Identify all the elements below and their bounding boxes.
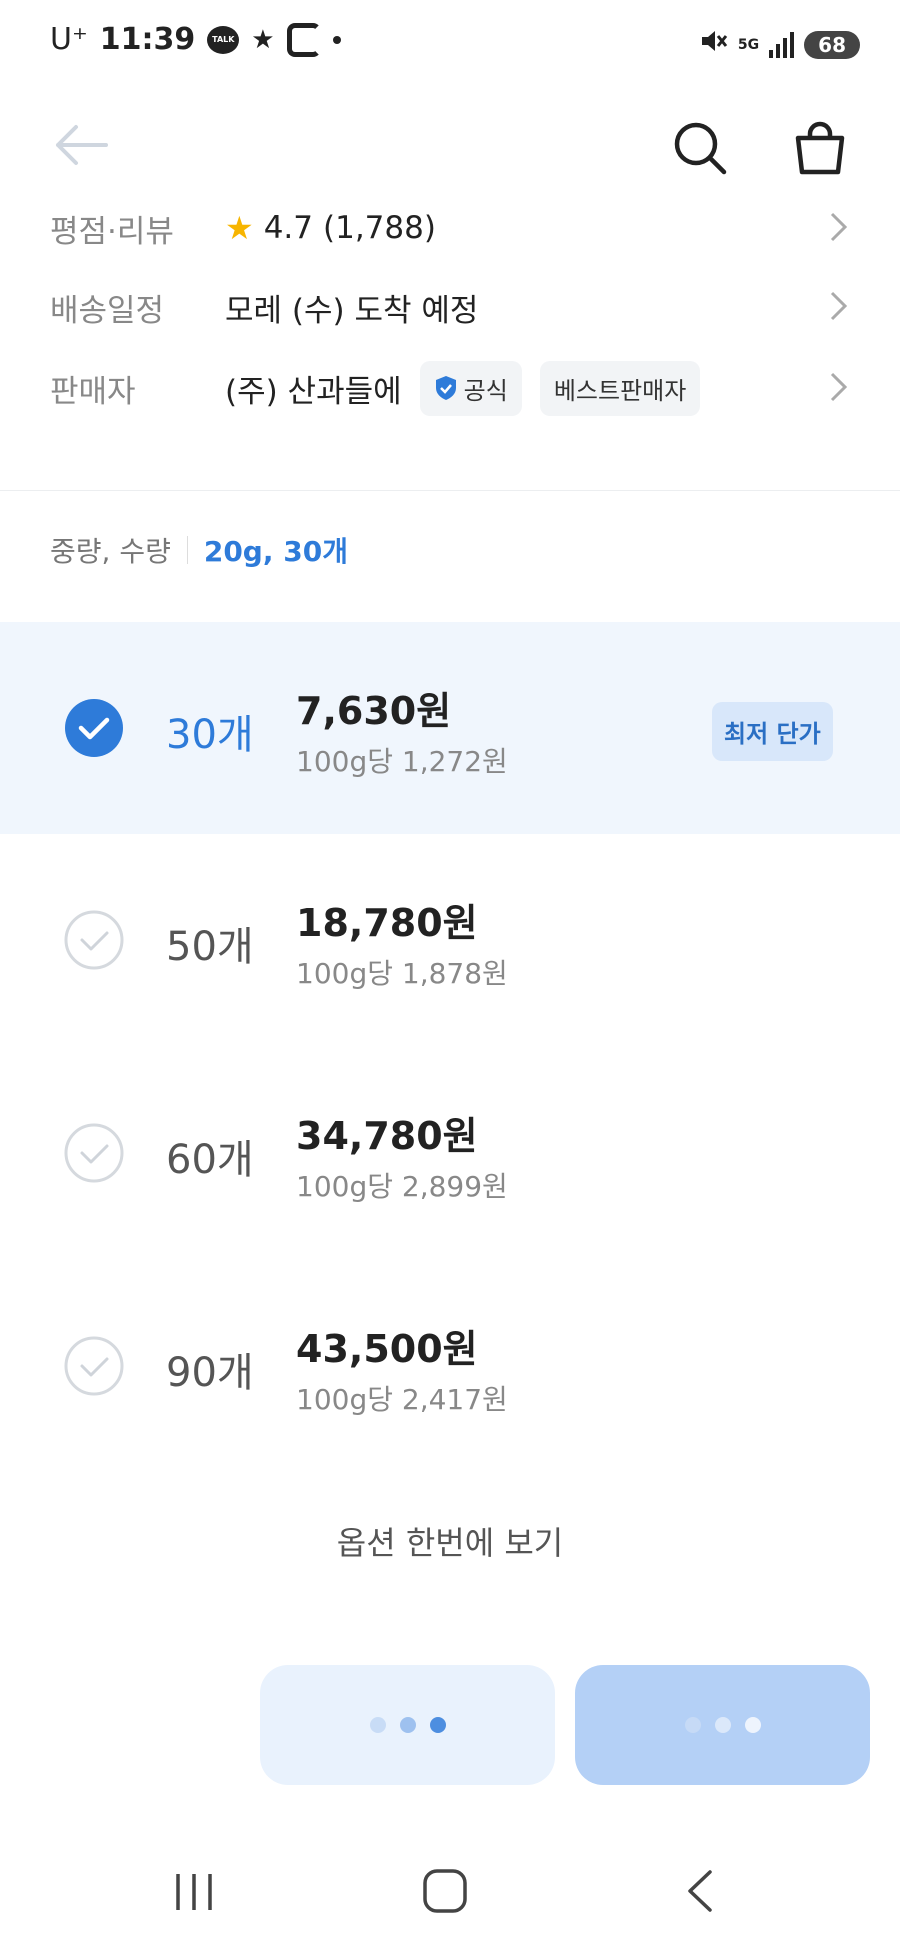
shopping-bag-icon[interactable] bbox=[790, 118, 850, 178]
official-badge-label: 공식 bbox=[463, 376, 508, 405]
option-row[interactable]: 50개 18,780원 100g당 1,878원 bbox=[0, 834, 900, 1046]
filter-label: 중량, 수량 bbox=[50, 535, 171, 568]
carrier-label: U⁺ bbox=[50, 22, 88, 57]
rating-row[interactable]: 평점·리뷰 ★ 4.7 (1,788) bbox=[50, 198, 850, 258]
filter-separator bbox=[186, 536, 188, 564]
checked-circle-icon[interactable] bbox=[64, 698, 124, 758]
loading-dot bbox=[714, 1717, 731, 1733]
buy-button-loading[interactable] bbox=[575, 1665, 870, 1785]
option-unit-price: 100g당 2,899원 bbox=[296, 1170, 508, 1203]
unchecked-circle-icon[interactable] bbox=[64, 1123, 124, 1183]
delivery-value: 모레 (수) 도착 예정 bbox=[225, 292, 479, 329]
option-price: 18,780원 bbox=[296, 901, 478, 945]
recent-apps-icon[interactable] bbox=[172, 1870, 216, 1914]
loading-dot bbox=[369, 1717, 386, 1733]
option-price: 43,500원 bbox=[296, 1327, 478, 1371]
loading-dot bbox=[399, 1717, 416, 1733]
clock: 11:39 bbox=[99, 22, 196, 57]
battery-icon: 68 bbox=[804, 30, 860, 59]
cart-button-loading[interactable] bbox=[260, 1665, 555, 1785]
review-count: (1,788) bbox=[323, 210, 436, 246]
system-navigation-bar bbox=[0, 1850, 900, 1930]
seller-value-group: (주) 산과들에 공식 베스트판매자 bbox=[225, 360, 701, 416]
seller-label: 판매자 bbox=[50, 373, 136, 410]
option-price: 7,630원 bbox=[296, 689, 452, 733]
status-bar: U⁺ 11:39 TALK ★ 5G 68 bbox=[0, 0, 900, 90]
shield-check-icon bbox=[435, 376, 456, 400]
option-quantity: 90개 bbox=[166, 1350, 254, 1396]
seller-name: (주) 산과들에 bbox=[225, 373, 402, 410]
unchecked-circle-icon[interactable] bbox=[64, 1336, 124, 1396]
back-arrow-icon[interactable] bbox=[50, 120, 110, 170]
option-unit-price: 100g당 2,417원 bbox=[296, 1383, 508, 1416]
view-all-options-link[interactable]: 옵션 한번에 보기 bbox=[0, 1518, 900, 1564]
search-icon[interactable] bbox=[670, 118, 730, 178]
chevron-right-icon bbox=[830, 372, 848, 402]
delivery-label: 배송일정 bbox=[50, 292, 165, 329]
option-price: 34,780원 bbox=[296, 1114, 478, 1158]
option-row[interactable]: 60개 34,780원 100g당 2,899원 bbox=[0, 1047, 900, 1259]
signal-icon bbox=[769, 31, 795, 58]
option-filter-summary[interactable]: 중량, 수량 20g, 30개 bbox=[50, 530, 348, 570]
option-row[interactable]: 90개 43,500원 100g당 2,417원 bbox=[0, 1260, 900, 1472]
unchecked-circle-icon[interactable] bbox=[64, 910, 124, 970]
g-app-icon bbox=[286, 22, 321, 57]
option-quantity: 50개 bbox=[166, 924, 254, 970]
official-badge: 공식 bbox=[419, 360, 522, 416]
talk-icon: TALK bbox=[207, 25, 240, 54]
mute-icon bbox=[698, 26, 728, 63]
loading-dot bbox=[744, 1717, 761, 1733]
option-row[interactable]: 30개 7,630원 100g당 1,272원 최저 단가 bbox=[0, 622, 900, 834]
chevron-right-icon bbox=[830, 212, 848, 242]
rating-label: 평점·리뷰 bbox=[50, 213, 174, 250]
option-quantity: 30개 bbox=[166, 712, 254, 758]
rating-value-group: ★ 4.7 (1,788) bbox=[225, 209, 436, 247]
star-icon: ★ bbox=[225, 209, 254, 247]
rating-value: 4.7 bbox=[263, 210, 313, 246]
more-notifications-dot-icon bbox=[332, 35, 341, 44]
delivery-row[interactable]: 배송일정 모레 (수) 도착 예정 bbox=[50, 277, 850, 337]
option-quantity: 60개 bbox=[166, 1137, 254, 1183]
option-unit-price: 100g당 1,272원 bbox=[296, 745, 508, 778]
nav-back-icon[interactable] bbox=[680, 1866, 720, 1916]
loading-dot bbox=[429, 1717, 446, 1733]
lowest-unit-price-badge: 최저 단가 bbox=[712, 702, 833, 761]
seller-row[interactable]: 판매자 (주) 산과들에 공식 베스트판매자 bbox=[50, 358, 850, 418]
chevron-right-icon bbox=[830, 291, 848, 321]
loading-dot bbox=[684, 1717, 701, 1733]
best-seller-badge: 베스트판매자 bbox=[539, 360, 701, 416]
status-right: 5G 68 bbox=[698, 26, 860, 63]
filter-value: 20g, 30개 bbox=[203, 535, 348, 568]
star-notification-icon: ★ bbox=[251, 24, 275, 55]
home-icon[interactable] bbox=[420, 1866, 470, 1916]
status-left: U⁺ 11:39 TALK ★ bbox=[50, 22, 341, 57]
option-unit-price: 100g당 1,878원 bbox=[296, 957, 508, 990]
section-divider bbox=[0, 490, 900, 491]
top-app-bar bbox=[0, 100, 900, 190]
network-type-icon: 5G bbox=[737, 36, 760, 53]
